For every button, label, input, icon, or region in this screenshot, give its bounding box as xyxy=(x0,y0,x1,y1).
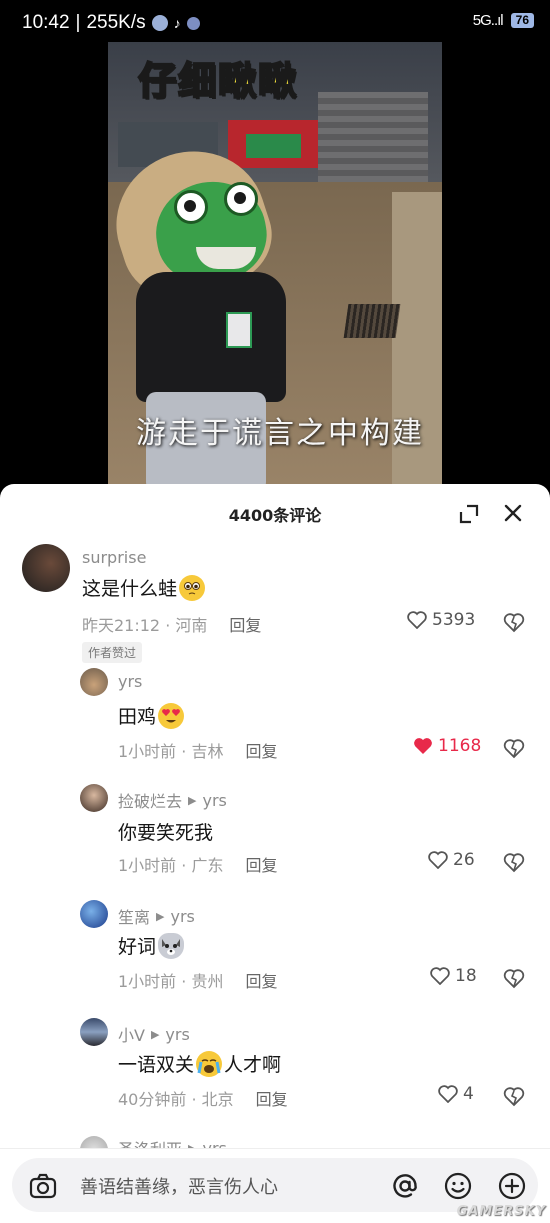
reply-arrow-icon: ▶ xyxy=(188,793,197,807)
comment-username[interactable]: yrs xyxy=(118,672,142,691)
like-count: 4 xyxy=(463,1084,474,1104)
author-liked-tag: 作者赞过 xyxy=(82,642,143,663)
browser-icon xyxy=(151,15,168,31)
like-count: 5393 xyxy=(432,610,476,630)
comment-meta: 昨天21:12 · 河南 回复 xyxy=(82,612,261,636)
heart-filled-icon xyxy=(414,738,432,754)
comment-meta: 1小时前 · 广东 回复 xyxy=(118,852,277,876)
avatar[interactable] xyxy=(80,1018,108,1046)
comment-time-location: 40分钟前 · 北京 xyxy=(118,1090,234,1109)
gamersky-watermark: GAMERSKY xyxy=(456,1204,546,1219)
network-speed: 255K/s xyxy=(86,12,146,33)
comment-username[interactable]: 捡破烂去 ▶ yrs xyxy=(118,788,227,812)
comment-text: 你要笑死我 xyxy=(118,822,214,844)
video-player[interactable]: 仔细瞅瞅 游走于谎言之中构建 xyxy=(0,42,550,492)
like-button[interactable]: 5393 xyxy=(407,610,475,630)
comment-item: 捡破烂去 ▶ yrs 你要笑死我 1小时前 · 广东 回复 26 xyxy=(0,780,550,880)
reply-button[interactable]: 回复 xyxy=(245,968,277,992)
like-count: 1168 xyxy=(438,736,482,756)
comment-item: surprise 这是什么蛙 昨天21:12 · 河南 回复 5393 xyxy=(0,542,550,652)
comment-input-placeholder[interactable]: 善语结善缘，恶言伤人心 xyxy=(80,1173,278,1199)
pleading-face-icon xyxy=(179,574,206,601)
camera-icon[interactable] xyxy=(28,1171,58,1201)
comment-meta: 1小时前 · 贵州 回复 xyxy=(118,968,277,992)
like-count: 18 xyxy=(455,966,477,986)
heart-eyes-face-icon xyxy=(158,702,185,729)
comment-text: 好词 xyxy=(118,932,185,959)
avatar[interactable] xyxy=(80,668,108,696)
dislike-icon[interactable] xyxy=(503,851,525,873)
tiktok-icon: ♪ xyxy=(173,15,181,31)
signal-icon: 5G..ıl xyxy=(472,12,504,29)
status-bar: 10:42 | 255K/s ♪ 5G..ıl 76 xyxy=(0,0,550,42)
comment-meta: 40分钟前 · 北京 回复 xyxy=(118,1086,288,1110)
dislike-icon[interactable] xyxy=(503,1085,525,1107)
battery-icon: 76 xyxy=(510,13,534,28)
close-icon[interactable] xyxy=(502,502,524,524)
like-button[interactable]: 18 xyxy=(430,966,477,986)
reply-button[interactable]: 回复 xyxy=(245,852,277,876)
app-notification-icon xyxy=(186,16,200,30)
like-button[interactable]: 4 xyxy=(438,1084,474,1104)
comment-username[interactable]: 笙离 ▶ yrs xyxy=(118,904,195,928)
heart-outline-icon xyxy=(428,851,448,869)
reply-button[interactable]: 回复 xyxy=(245,738,277,762)
heart-outline-icon xyxy=(438,1085,458,1103)
avatar[interactable] xyxy=(80,784,108,812)
heart-outline-icon xyxy=(407,611,427,629)
dog-face-icon xyxy=(158,932,185,959)
add-icon[interactable] xyxy=(497,1171,527,1201)
comment-time-location: 1小时前 · 吉林 xyxy=(118,742,224,761)
video-background-stairs xyxy=(318,92,428,182)
status-time: 10:42 xyxy=(22,12,70,33)
emoji-icon[interactable] xyxy=(443,1171,473,1201)
comment-time-location: 1小时前 · 贵州 xyxy=(118,972,224,991)
comment-item: 小V ▶ yrs 一语双关 人才啊 40分钟前 · 北京 回复 4 xyxy=(0,1014,550,1114)
comment-item: 笙离 ▶ yrs 好词 1小时前 · 贵州 回复 18 xyxy=(0,896,550,996)
video-subtitle: 游走于谎言之中构建 xyxy=(136,416,424,451)
comments-sheet: 4400条评论 surprise 这是什么蛙 昨天21:12 · 河南 回复 5… xyxy=(0,484,550,1222)
video-frame[interactable]: 仔细瞅瞅 游走于谎言之中构建 xyxy=(108,42,442,492)
comments-header: 4400条评论 xyxy=(0,484,550,542)
avatar[interactable] xyxy=(22,544,70,592)
crying-face-icon xyxy=(196,1050,223,1077)
like-button[interactable]: 1168 xyxy=(413,736,481,756)
drain-grate xyxy=(343,304,401,338)
id-badge xyxy=(226,312,252,348)
video-caption-top: 仔细瞅瞅 xyxy=(137,58,299,104)
comment-item: yrs 田鸡 1小时前 · 吉林 回复 1168 xyxy=(0,664,550,764)
comment-text: 一语双关 人才啊 xyxy=(118,1050,281,1077)
reply-button[interactable]: 回复 xyxy=(229,612,261,636)
like-button[interactable]: 26 xyxy=(428,850,475,870)
comment-username[interactable]: surprise xyxy=(82,548,146,567)
dislike-icon[interactable] xyxy=(503,737,525,759)
comment-meta: 1小时前 · 吉林 回复 xyxy=(118,738,277,762)
comment-input-bar: 善语结善缘，恶言伤人心 GAMERSKY xyxy=(0,1148,550,1223)
avatar[interactable] xyxy=(80,900,108,928)
dislike-icon[interactable] xyxy=(503,967,525,989)
comment-time-location: 昨天21:12 · 河南 xyxy=(82,616,208,635)
comment-username[interactable]: 小V ▶ yrs xyxy=(118,1022,190,1046)
mention-at-icon[interactable] xyxy=(390,1171,420,1201)
comment-time-location: 1小时前 · 广东 xyxy=(118,856,224,875)
reply-arrow-icon: ▶ xyxy=(156,909,165,923)
comment-text: 这是什么蛙 xyxy=(82,574,206,601)
expand-icon[interactable] xyxy=(459,504,479,524)
reply-arrow-icon: ▶ xyxy=(150,1027,160,1041)
heart-outline-icon xyxy=(430,967,450,985)
dislike-icon[interactable] xyxy=(503,611,525,633)
like-count: 26 xyxy=(453,850,475,870)
comment-text: 田鸡 xyxy=(118,702,185,729)
reply-button[interactable]: 回复 xyxy=(256,1086,288,1110)
